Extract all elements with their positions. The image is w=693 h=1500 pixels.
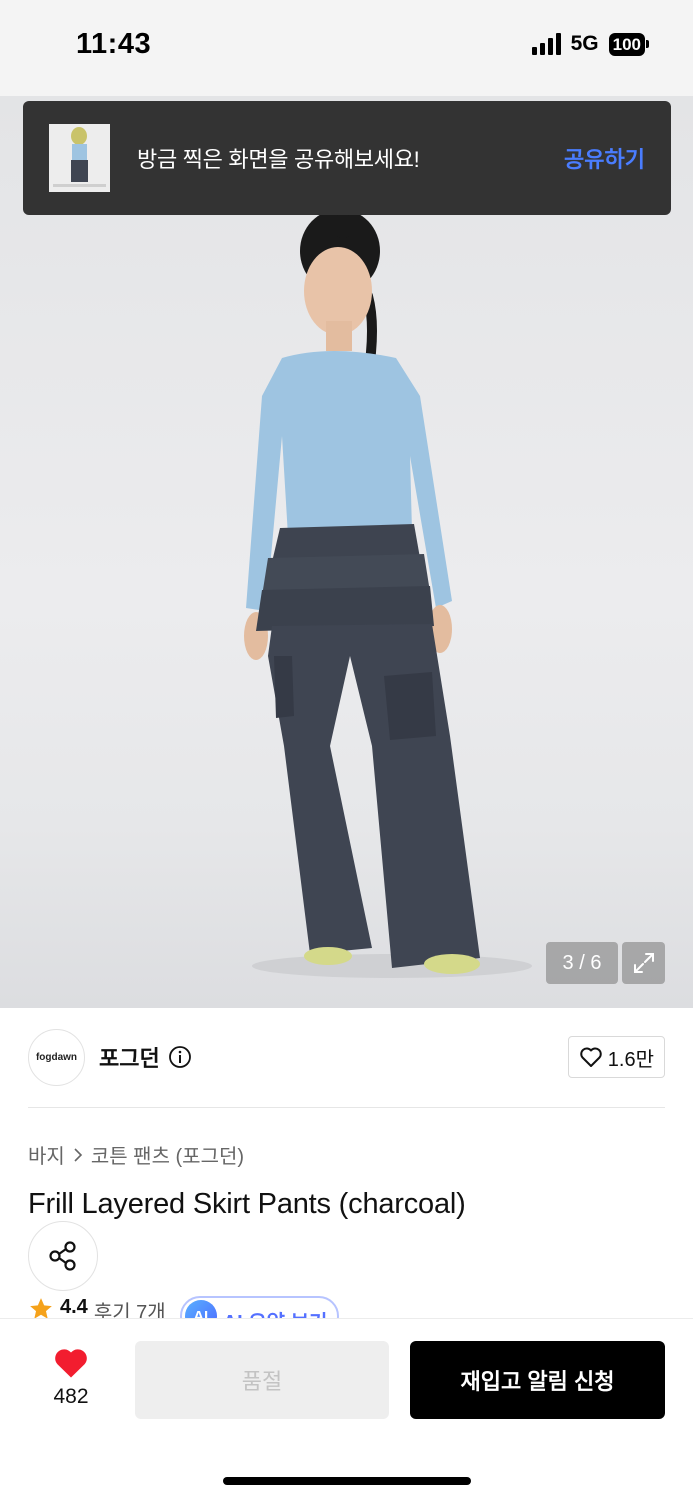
info-icon[interactable] — [168, 1045, 192, 1069]
screenshot-thumbnail[interactable] — [49, 124, 110, 192]
brand-row: fogdawn 포그던 1.6만 — [28, 1028, 665, 1086]
home-indicator[interactable] — [223, 1477, 471, 1485]
brand-like-button[interactable]: 1.6만 — [567, 1036, 665, 1078]
expand-icon — [633, 953, 654, 973]
share-button[interactable] — [28, 1221, 98, 1291]
breadcrumb-subcategory[interactable]: 코튼 팬츠 (포그던) — [91, 1140, 244, 1169]
chevron-right-icon — [74, 1147, 82, 1162]
restock-alert-button[interactable]: 재입고 알림 신청 — [410, 1341, 665, 1419]
heart-outline-icon — [580, 1047, 602, 1067]
heart-filled-icon — [55, 1349, 87, 1378]
share-now-button[interactable]: 공유하기 — [564, 142, 645, 174]
screenshot-share-toast: 방금 찍은 화면을 공유해보세요! 공유하기 — [23, 101, 671, 215]
status-bar: 11:43 5G 100 — [0, 0, 693, 96]
brand-like-count: 1.6만 — [607, 1048, 654, 1071]
rating-score: 4.4 — [60, 1296, 88, 1318]
bottom-action-bar: 482 품절 재입고 알림 신청 — [0, 1318, 693, 1500]
ai-summary-label: AI 요약 보기 — [223, 1298, 328, 1318]
brand-logo[interactable]: fogdawn — [28, 1028, 85, 1086]
battery-level: 100 — [608, 32, 645, 56]
toast-message: 방금 찍은 화면을 공유해보세요! — [137, 147, 420, 172]
product-image[interactable] — [0, 96, 693, 1008]
sold-out-button: 품절 — [135, 1341, 389, 1419]
rating-row: 4.4 후기 7개 AI AI 요약 보기 — [28, 1296, 340, 1318]
network-type: 5G — [570, 32, 599, 55]
battery-icon: 100 — [608, 32, 649, 56]
wishlist-button[interactable]: 482 — [38, 1347, 104, 1409]
ai-badge-icon: AI — [184, 1300, 217, 1318]
cellular-signal-icon — [531, 33, 561, 55]
status-time: 11:43 — [76, 28, 152, 60]
status-indicators: 5G 100 — [531, 32, 649, 56]
product-title: Frill Layered Skirt Pants (charcoal) — [28, 1188, 466, 1220]
product-photo — [244, 209, 532, 978]
breadcrumb-category[interactable]: 바지 — [28, 1140, 65, 1169]
ai-summary-button[interactable]: AI AI 요약 보기 — [179, 1296, 340, 1318]
star-icon — [30, 1298, 52, 1318]
brand-name[interactable]: 포그던 — [99, 1041, 160, 1073]
brand-logo-text: fogdawn — [35, 1051, 78, 1063]
divider — [28, 1107, 665, 1108]
breadcrumb: 바지 코튼 팬츠 (포그던) — [28, 1140, 244, 1169]
image-pager: 3 / 6 — [546, 942, 618, 984]
wishlist-count: 482 — [53, 1385, 89, 1408]
share-icon — [49, 1241, 76, 1271]
expand-image-button[interactable] — [622, 942, 665, 984]
thumbnail-image — [49, 124, 110, 192]
review-count[interactable]: 후기 7개 — [94, 1296, 166, 1318]
